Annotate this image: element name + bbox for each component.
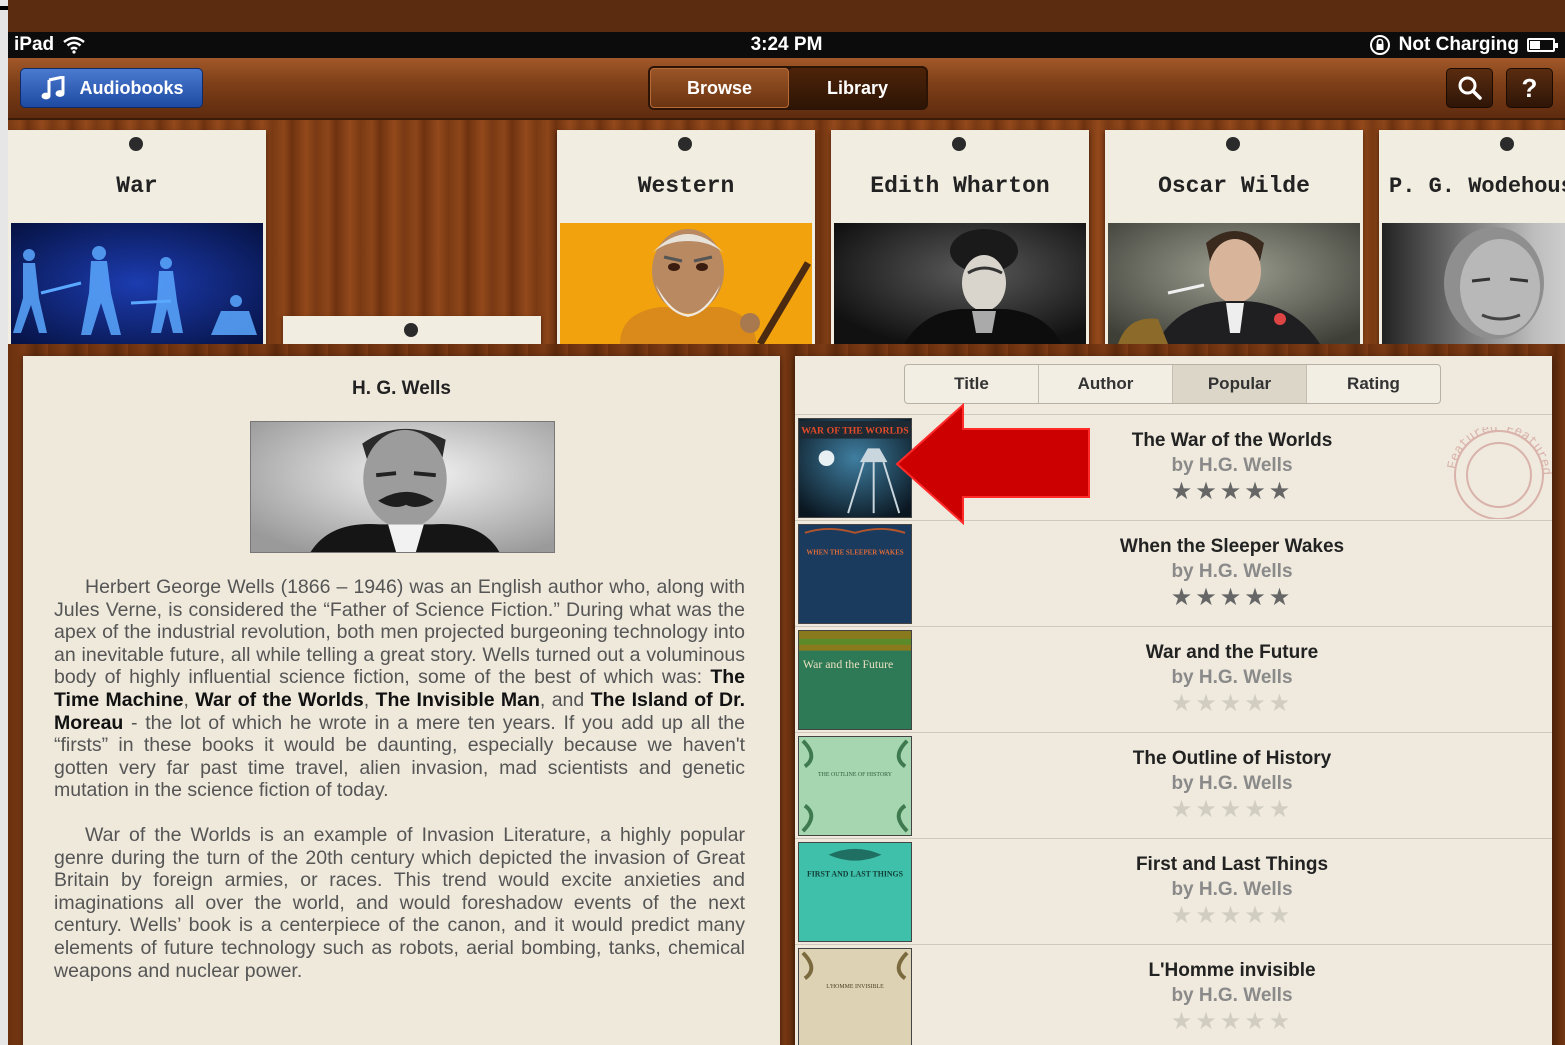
book-row[interactable]: War and the Future War and the Future by…: [795, 626, 1552, 732]
status-bar: iPad 3:24 PM Not Charging: [8, 32, 1565, 58]
genre-shelf: War Western Edith Wharton Oscar Wilde P.…: [8, 120, 1565, 356]
star-rating: ★★★★★: [1170, 796, 1294, 823]
book-title: When the Sleeper Wakes: [1119, 536, 1345, 557]
star-rating: ★★★★★: [1170, 902, 1294, 929]
content-area: H. G. Wells Herbert George Wells (1866 –…: [8, 344, 1565, 1045]
book-info: The War of the Worlds by H.G. Wells ★★★★…: [1045, 415, 1419, 506]
author-heading: H. G. Wells: [352, 378, 451, 399]
shelf-card-western[interactable]: Western: [557, 130, 815, 344]
edith-wharton-portrait: [834, 223, 1086, 344]
book-author: by H.G. Wells: [1171, 985, 1293, 1006]
search-icon: [1458, 76, 1482, 100]
card-label: P. G. Wodehous: [1389, 173, 1565, 199]
cover-title: WHEN THE SLEEPER WAKES: [806, 549, 903, 556]
book-author: by H.G. Wells: [1171, 455, 1293, 476]
help-icon: ?: [1521, 72, 1538, 103]
sort-tab-rating[interactable]: Rating: [1307, 365, 1440, 403]
card-label: Western: [637, 173, 735, 200]
navigation-bar: Audiobooks Browse Library ?: [8, 58, 1565, 120]
book-cover: THE OUTLINE OF HISTORY: [798, 736, 912, 836]
browse-library-segmented-control: Browse Library: [648, 66, 928, 110]
audiobooks-button[interactable]: Audiobooks: [20, 68, 203, 108]
music-note-icon: [41, 76, 64, 100]
annotation-arrow-icon: [895, 403, 1090, 525]
cover-title: L'HOMME INVISIBLE: [826, 984, 884, 990]
book-title: War and the Future: [1145, 642, 1319, 663]
star-rating: ★★★★★: [1170, 1008, 1294, 1035]
book-cover: L'HOMME INVISIBLE: [798, 948, 912, 1045]
card-label: War: [116, 173, 158, 200]
book-info: L'Homme invisible by H.G. Wells ★★★★★: [1045, 945, 1419, 1036]
pin-icon: [1226, 137, 1240, 151]
book-info: War and the Future by H.G. Wells ★★★★★: [1045, 627, 1419, 718]
book-title: The War of the Worlds: [1131, 430, 1333, 451]
audiobooks-label: Audiobooks: [79, 77, 184, 98]
author-detail-panel: H. G. Wells Herbert George Wells (1866 –…: [23, 356, 780, 1045]
charging-status: Not Charging: [1398, 34, 1519, 55]
book-info: When the Sleeper Wakes by H.G. Wells ★★★…: [1045, 521, 1419, 612]
rotation-lock-icon: [1369, 35, 1390, 55]
bio-paragraph: Herbert George Wells (1866 – 1946) was a…: [54, 576, 746, 802]
sort-tab-author[interactable]: Author: [1039, 365, 1173, 403]
book-title: The Outline of History: [1132, 748, 1332, 769]
book-author: by H.G. Wells: [1171, 561, 1293, 582]
shelf-card-pg-wodehouse[interactable]: P. G. Wodehous: [1379, 130, 1565, 344]
star-rating: ★★★★★: [1170, 584, 1294, 611]
tab-browse[interactable]: Browse: [650, 68, 789, 108]
cover-title: War and the Future: [803, 658, 893, 671]
pin-icon: [129, 137, 143, 151]
shelf-card-war[interactable]: War: [8, 130, 266, 344]
svg-text:Featured Featured: Featured Featured: [1444, 427, 1552, 476]
battery-icon: [1527, 38, 1558, 52]
pin-icon: [678, 137, 692, 151]
cover-title: THE OUTLINE OF HISTORY: [818, 772, 893, 778]
oscar-wilde-portrait: [1108, 223, 1360, 344]
search-button[interactable]: [1446, 68, 1493, 108]
sort-tab-title[interactable]: Title: [905, 365, 1039, 403]
pg-wodehouse-portrait: [1382, 223, 1565, 344]
book-row[interactable]: WHEN THE SLEEPER WAKES When the Sleeper …: [795, 520, 1552, 626]
card-label: Edith Wharton: [870, 173, 1050, 200]
author-biography: Herbert George Wells (1866 – 1946) was a…: [54, 576, 745, 1004]
tab-library[interactable]: Library: [789, 68, 926, 108]
book-author: by H.G. Wells: [1171, 879, 1293, 900]
book-cover: FIRST AND LAST THINGS: [798, 842, 912, 942]
author-portrait: [250, 421, 555, 553]
featured-stamp-icon: Featured Featured: [1444, 427, 1552, 519]
shelf-card-edith-wharton[interactable]: Edith Wharton: [831, 130, 1089, 344]
western-cowboy-image: [560, 223, 812, 344]
pin-icon: [952, 137, 966, 151]
card-label: Oscar Wilde: [1158, 173, 1310, 200]
book-author: by H.G. Wells: [1171, 773, 1293, 794]
pin-icon: [1500, 137, 1514, 151]
sort-segmented-control: Title Author Popular Rating: [904, 364, 1441, 404]
book-row[interactable]: FIRST AND LAST THINGS First and Last Thi…: [795, 838, 1552, 944]
shelf-card-oscar-wilde[interactable]: Oscar Wilde: [1105, 130, 1363, 344]
book-title: L'Homme invisible: [1148, 960, 1316, 981]
sort-tab-popular[interactable]: Popular: [1173, 365, 1307, 403]
book-cover: War and the Future: [798, 630, 912, 730]
help-button[interactable]: ?: [1506, 68, 1553, 108]
bio-paragraph: War of the Worlds is an example of Invas…: [54, 823, 745, 982]
book-author: by H.G. Wells: [1171, 667, 1293, 688]
star-rating: ★★★★★: [1170, 478, 1294, 505]
status-time: 3:24 PM: [750, 34, 823, 55]
book-cover: WHEN THE SLEEPER WAKES: [798, 524, 912, 624]
book-row[interactable]: L'HOMME INVISIBLE L'Homme invisible by H…: [795, 944, 1552, 1045]
pin-icon: [404, 323, 418, 337]
book-info: The Outline of History by H.G. Wells ★★★…: [1045, 733, 1419, 824]
star-rating: ★★★★★: [1170, 690, 1294, 717]
book-row[interactable]: THE OUTLINE OF HISTORY The Outline of Hi…: [795, 732, 1552, 838]
book-title: First and Last Things: [1135, 854, 1329, 875]
war-soldiers-image: [11, 223, 263, 344]
ipad-screen: iPad 3:24 PM Not Charging Audiobooks Bro…: [8, 0, 1565, 1045]
cover-title: FIRST AND LAST THINGS: [807, 869, 904, 878]
book-info: First and Last Things by H.G. Wells ★★★★…: [1045, 839, 1419, 930]
